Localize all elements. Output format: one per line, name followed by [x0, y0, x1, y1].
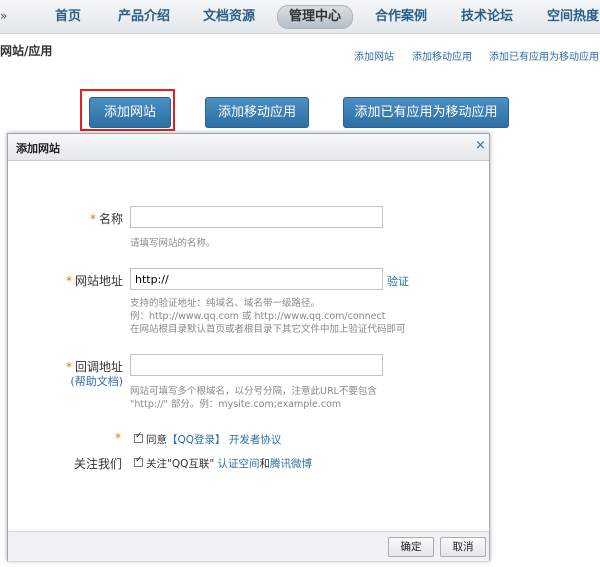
required-star: * — [65, 274, 72, 288]
nav-item-hot[interactable]: 空间热度 — [547, 0, 599, 33]
verified-space-link[interactable]: 认证空间 — [218, 458, 260, 470]
url-label: * 网站地址 — [48, 272, 123, 289]
follow-label: 关注我们 — [73, 457, 122, 471]
required-star: * — [65, 360, 72, 374]
add-existing-as-mobile-button[interactable]: 添加已有应用为移动应用 — [343, 97, 509, 128]
dialog-footer: 确定 取消 — [8, 531, 489, 561]
nav-left-glyph: » — [0, 9, 8, 23]
follow-text: 关注"QQ互联" 认证空间和腾讯微博 — [146, 456, 312, 471]
required-star: * — [89, 212, 96, 226]
name-input[interactable] — [130, 206, 383, 228]
name-label-text: 名称 — [98, 212, 123, 226]
url-input[interactable] — [130, 268, 383, 290]
follow-and: 和 — [259, 458, 271, 470]
callback-label-text: 回调地址 — [74, 360, 123, 374]
cancel-button[interactable]: 取消 — [440, 537, 486, 557]
top-nav: » 首页 产品介绍 文档资源 管理中心 合作案例 技术论坛 空间热度 — [0, 0, 600, 34]
help-doc-link[interactable]: (帮助文档) — [48, 373, 123, 389]
callback-input[interactable] — [130, 354, 383, 376]
dialog-title: 添加网站 — [16, 142, 60, 155]
required-star: * — [115, 431, 121, 445]
verify-link[interactable]: 验证 — [387, 273, 409, 289]
ok-button[interactable]: 确定 — [388, 537, 434, 557]
url-hint-3: 在网站根目录默认首页或者根目录下其它文件中加上验证代码即可 — [130, 324, 406, 335]
close-icon[interactable]: × — [475, 138, 486, 153]
url-label-text: 网站地址 — [74, 274, 123, 288]
url-hint-2: 例：http://www.qq.com 或 http://www.qq.com/… — [130, 311, 386, 322]
sublink-add-existing-as-mobile[interactable]: 添加已有应用为移动应用 — [489, 48, 599, 63]
add-mobile-app-button[interactable]: 添加移动应用 — [205, 97, 309, 128]
follow-checkbox[interactable] — [134, 455, 143, 467]
nav-item-forum[interactable]: 技术论坛 — [461, 0, 513, 33]
sub-header: 网站/应用 添加网站 添加移动应用 添加已有应用为移动应用 — [0, 34, 600, 66]
highlight-frame — [80, 89, 175, 131]
sublink-add-mobile-app[interactable]: 添加移动应用 — [412, 48, 472, 63]
agree-text: 同意【QQ登录】 开发者协议 — [146, 432, 281, 447]
page-title: 网站/应用 — [0, 44, 53, 58]
nav-item-home[interactable]: 首页 — [55, 0, 81, 33]
sublink-add-site[interactable]: 添加网站 — [354, 48, 394, 63]
url-hint-1: 支持的验证地址：纯域名、域名带一级路径。 — [130, 298, 321, 309]
nav-item-admin[interactable]: 管理中心 — [277, 5, 354, 29]
agree-checkbox[interactable] — [134, 431, 143, 443]
follow-label-text: 关注"QQ互联" — [146, 458, 215, 470]
dialog-titlebar: 添加网站 × — [8, 134, 489, 161]
developer-agreement-link[interactable]: 开发者协议 — [229, 434, 282, 446]
name-hint: 请填写网站的名称。 — [130, 238, 216, 249]
qq-login-link[interactable]: 【QQ登录】 — [167, 434, 226, 446]
agree-label: 同意 — [146, 434, 167, 446]
nav-item-cases[interactable]: 合作案例 — [375, 0, 427, 33]
tencent-weibo-link[interactable]: 腾讯微博 — [270, 458, 312, 470]
callback-hint-2: "http://" 部分。例：mysite.com;example.com — [130, 399, 342, 410]
add-site-dialog: 添加网站 × *名称 请填写网站的名称。 *网站地址 验证 支持的验证地址：纯域… — [7, 133, 490, 561]
callback-hint-1: 网站可填写多个根域名，以分号分隔，注意此URL不要包含 — [130, 386, 377, 397]
nav-item-docs[interactable]: 文档资源 — [203, 0, 255, 33]
name-label: * 名称 — [68, 210, 123, 227]
nav-item-products[interactable]: 产品介绍 — [118, 0, 170, 33]
